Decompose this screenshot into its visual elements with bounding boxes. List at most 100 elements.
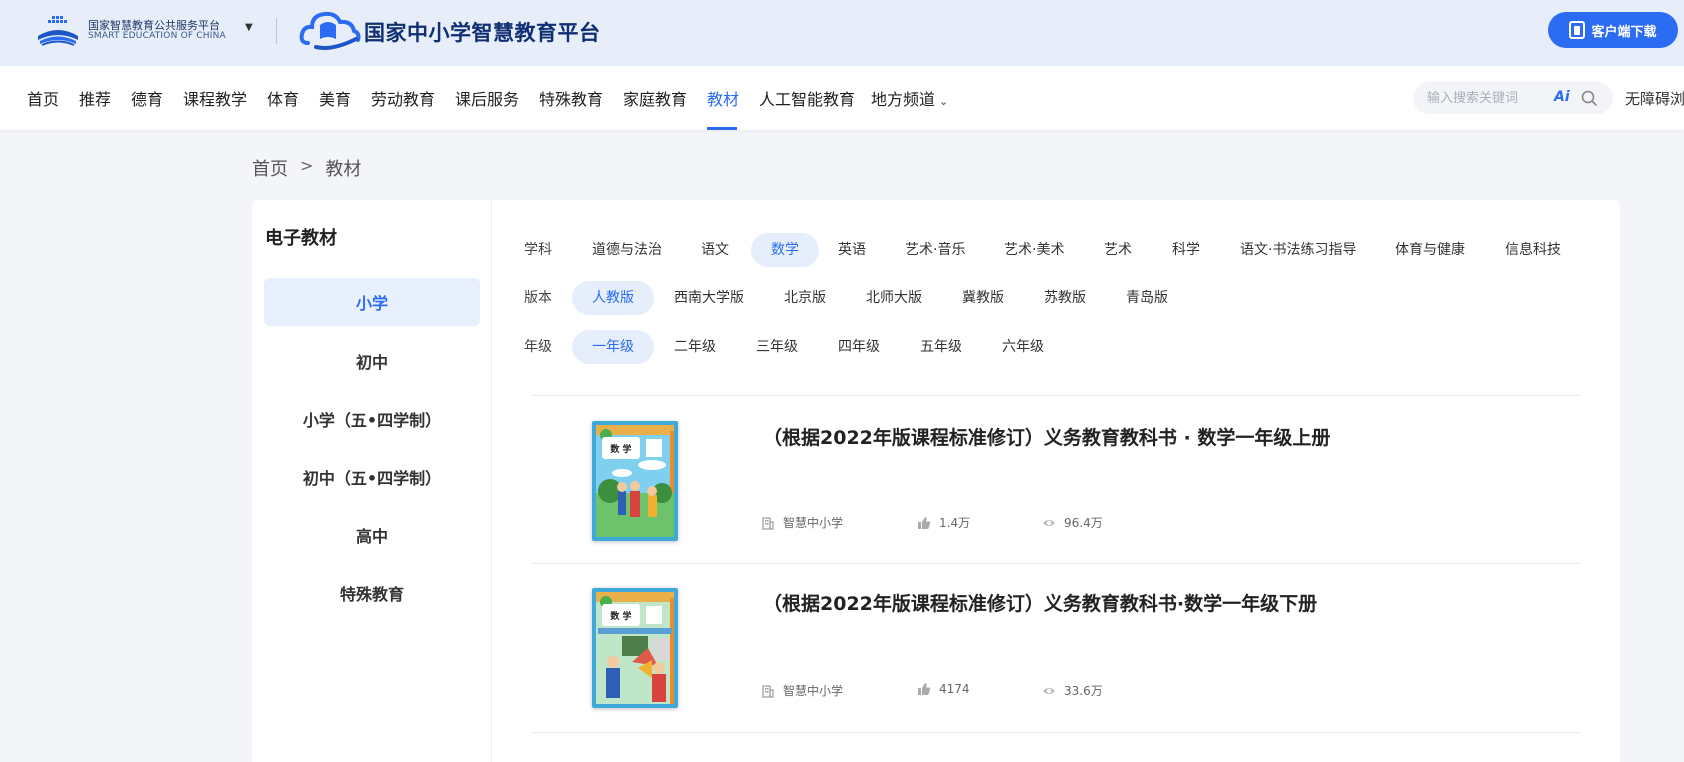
grade-option[interactable]: 四年级 — [838, 330, 880, 364]
search-input[interactable] — [1427, 82, 1557, 114]
sidebar-item-special[interactable]: 特殊教育 — [264, 569, 480, 617]
sidebar-item-junior[interactable]: 初中 — [264, 337, 480, 385]
subject-option[interactable]: 艺术 — [1104, 233, 1132, 267]
sidebar-item-junior-54[interactable]: 初中（五•四学制） — [264, 453, 480, 501]
nav-item-after-school[interactable]: 课后服务 — [455, 86, 519, 110]
nav-active-indicator — [707, 127, 737, 130]
platform-logo[interactable]: 国家中小学智慧教育平台 — [298, 8, 601, 56]
edition-option[interactable]: 冀教版 — [962, 281, 1004, 315]
ai-search-icon[interactable]: Ai — [1554, 89, 1570, 105]
textbook-source-label: 智慧中小学 — [783, 684, 844, 698]
textbook-views: 33.6万 — [1042, 682, 1103, 699]
client-download-label: 客户端下载 — [1591, 24, 1657, 40]
nav-item-sports[interactable]: 体育 — [267, 86, 299, 110]
platform-title: 国家中小学智慧教育平台 — [364, 20, 601, 45]
sidebar-item-primary[interactable]: 小学 — [264, 278, 480, 326]
header-divider — [276, 18, 277, 44]
textbook-cover[interactable]: 数 学 — [592, 588, 678, 708]
textbook-source-label: 智慧中小学 — [783, 516, 844, 530]
nav-item-home[interactable]: 首页 — [27, 86, 59, 110]
textbook-item[interactable]: 数 学 （根据2022年版课程标准修订）义务教育教科书 · 数学一年级上册 智慧… — [532, 396, 1580, 562]
grade-option[interactable]: 三年级 — [756, 330, 798, 364]
building-icon — [762, 684, 774, 698]
eye-icon — [1043, 519, 1055, 526]
nav-item-family-ed[interactable]: 家庭教育 — [623, 86, 687, 110]
nav-item-labor[interactable]: 劳动教育 — [371, 86, 435, 110]
textbook-views: 96.4万 — [1042, 514, 1103, 531]
breadcrumb-separator: > — [300, 156, 314, 175]
chevron-down-icon: ⌄ — [939, 95, 949, 108]
nav-item-ai-ed[interactable]: 人工智能教育 — [759, 86, 855, 110]
nav-item-local-channel-label: 地方频道 — [871, 90, 936, 109]
building-icon — [762, 516, 774, 530]
book-logo-icon — [34, 14, 82, 48]
edition-option[interactable]: 西南大学版 — [674, 281, 744, 315]
grade-option[interactable]: 五年级 — [920, 330, 962, 364]
thumbs-up-icon — [918, 683, 931, 695]
nav-item-local-channel[interactable]: 地方频道 ⌄ — [871, 86, 948, 110]
subject-option[interactable]: 语文·书法练习指导 — [1240, 233, 1356, 267]
sidebar-item-senior[interactable]: 高中 — [264, 511, 480, 559]
textbook-title[interactable]: （根据2022年版课程标准修订）义务教育教科书·数学一年级下册 — [763, 589, 1317, 616]
accessibility-link[interactable]: 无障碍浏览 — [1625, 88, 1684, 109]
eye-icon — [1043, 687, 1055, 694]
edition-filter-label: 版本 — [524, 290, 552, 306]
brand-name-en: SMART EDUCATION OF CHINA — [88, 31, 226, 42]
cloud-logo-icon — [298, 9, 362, 55]
subject-option[interactable]: 艺术·美术 — [1004, 233, 1064, 267]
grade-option[interactable]: 二年级 — [674, 330, 716, 364]
subject-option[interactable]: 道德与法治 — [592, 233, 662, 267]
breadcrumb-current: 教材 — [325, 159, 362, 180]
divider — [532, 732, 1580, 733]
edition-option[interactable]: 北师大版 — [866, 281, 922, 315]
textbook-likes-count: 4174 — [939, 682, 970, 696]
client-download-button[interactable]: 客户端下载 — [1548, 12, 1678, 48]
subject-option[interactable]: 艺术·音乐 — [905, 233, 965, 267]
textbook-title[interactable]: （根据2022年版课程标准修订）义务教育教科书 · 数学一年级上册 — [763, 423, 1330, 450]
sidebar-item-primary-54[interactable]: 小学（五•四学制） — [264, 395, 480, 443]
cover-title-text: 数 学 — [610, 443, 631, 455]
device-icon — [1569, 21, 1586, 39]
breadcrumb-home[interactable]: 首页 — [252, 155, 288, 181]
edition-option[interactable]: 青岛版 — [1126, 281, 1168, 315]
nav-item-textbooks[interactable]: 教材 — [707, 86, 739, 110]
nav-item-moral[interactable]: 德育 — [131, 86, 163, 110]
breadcrumb: 首页 > 教材 — [252, 155, 361, 181]
platform-switch-caret-icon[interactable]: ▼ — [245, 22, 253, 33]
grade-filter-label: 年级 — [524, 339, 552, 355]
nav-item-arts[interactable]: 美育 — [319, 86, 351, 110]
cover-title-text: 数 学 — [610, 610, 631, 622]
grade-option-selected[interactable]: 一年级 — [572, 330, 654, 364]
search-box: Ai — [1413, 82, 1613, 114]
textbook-panel: 电子教材 小学 初中 小学（五•四学制） 初中（五•四学制） 高中 特殊教育 学… — [252, 200, 1620, 762]
brand-logo[interactable]: 国家智慧教育公共服务平台 SMART EDUCATION OF CHINA — [34, 13, 226, 49]
grade-option[interactable]: 六年级 — [1002, 330, 1044, 364]
subject-filter-label: 学科 — [524, 242, 552, 258]
textbook-likes: 1.4万 — [917, 514, 970, 531]
nav-item-special-ed[interactable]: 特殊教育 — [539, 86, 603, 110]
subject-option[interactable]: 体育与健康 — [1395, 233, 1465, 267]
search-icon[interactable] — [1581, 90, 1597, 106]
thumbs-up-icon — [918, 516, 931, 529]
subject-option[interactable]: 科学 — [1172, 233, 1200, 267]
textbook-likes: 4174 — [917, 682, 970, 696]
nav-item-courses[interactable]: 课程教学 — [183, 86, 247, 110]
subject-option[interactable]: 信息科技 — [1505, 233, 1561, 267]
top-header: 国家智慧教育公共服务平台 SMART EDUCATION OF CHINA ▼ … — [0, 0, 1684, 66]
main-nav: 首页 推荐 德育 课程教学 体育 美育 劳动教育 课后服务 特殊教育 家庭教育 … — [0, 66, 1684, 130]
textbook-cover[interactable]: 数 学 — [592, 421, 678, 541]
edition-option[interactable]: 苏教版 — [1044, 281, 1086, 315]
subject-option-selected[interactable]: 数学 — [751, 233, 819, 267]
subject-option[interactable]: 英语 — [838, 233, 866, 267]
textbook-source: 智慧中小学 — [761, 514, 843, 531]
textbook-source: 智慧中小学 — [761, 682, 843, 699]
edition-option[interactable]: 北京版 — [784, 281, 826, 315]
subject-option[interactable]: 语文 — [701, 233, 729, 267]
textbook-views-count: 33.6万 — [1064, 684, 1103, 698]
sidebar-title: 电子教材 — [265, 228, 337, 249]
textbook-item[interactable]: 数 学 （根据2022年版课程标准修订）义务教育教科书·数学一年级下册 智慧中小… — [532, 564, 1580, 730]
textbook-views-count: 96.4万 — [1064, 516, 1103, 530]
edition-option-selected[interactable]: 人教版 — [572, 281, 654, 315]
textbook-likes-count: 1.4万 — [939, 516, 971, 530]
nav-item-recommend[interactable]: 推荐 — [79, 86, 111, 110]
